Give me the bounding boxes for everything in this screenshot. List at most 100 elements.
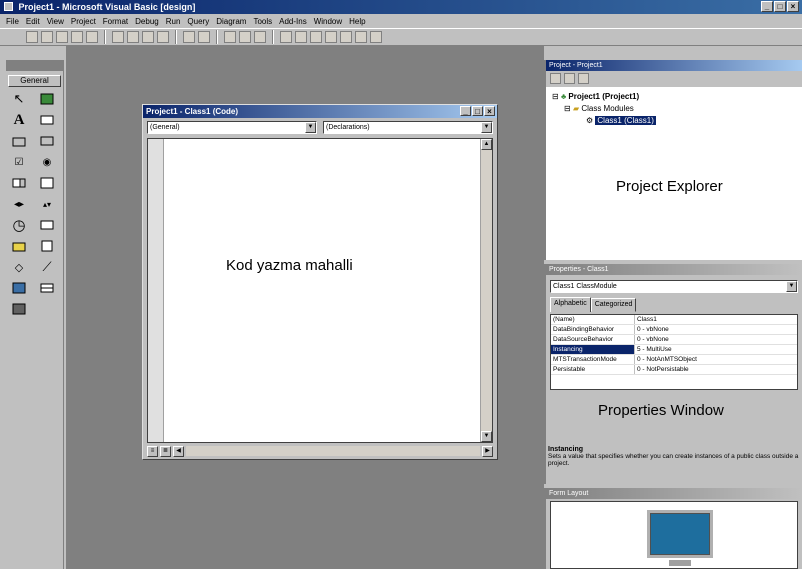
object-browser-icon[interactable] (325, 31, 337, 43)
property-row[interactable]: DataSourceBehavior 0 - vbNone (551, 335, 797, 345)
property-value[interactable]: 0 - vbNone (635, 335, 797, 344)
drivelistbox-icon[interactable] (38, 216, 56, 234)
procedure-view-icon[interactable]: ≡ (147, 445, 158, 457)
menu-debug[interactable]: Debug (135, 17, 159, 26)
commandbutton-icon[interactable] (38, 132, 56, 150)
property-row[interactable]: DataBindingBehavior 0 - vbNone (551, 325, 797, 335)
menu-editor-icon[interactable] (56, 31, 68, 43)
chevron-down-icon[interactable]: ▼ (305, 122, 316, 133)
timer-icon[interactable]: ◷ (10, 216, 28, 234)
scroll-right-icon[interactable]: ▶ (482, 445, 493, 457)
component-manager-icon[interactable] (370, 31, 382, 43)
menu-file[interactable]: File (6, 17, 19, 26)
optionbutton-icon[interactable]: ◉ (38, 153, 56, 171)
chevron-down-icon[interactable]: ▼ (481, 122, 492, 133)
property-value[interactable]: 5 - MultiUse (635, 345, 797, 354)
toolbox-icon[interactable] (340, 31, 352, 43)
checkbox-icon[interactable]: ☑ (10, 153, 28, 171)
menu-help[interactable]: Help (349, 17, 365, 26)
toolbox-tab-general[interactable]: General (8, 75, 61, 87)
toggle-folders-icon[interactable] (578, 73, 589, 84)
maximize-button[interactable]: □ (774, 1, 786, 12)
view-code-icon[interactable] (550, 73, 561, 84)
end-icon[interactable] (254, 31, 266, 43)
open-project-icon[interactable] (71, 31, 83, 43)
find-icon[interactable] (157, 31, 169, 43)
tree-collapse-icon[interactable]: ⊟ (552, 92, 559, 101)
label-icon[interactable]: A (10, 111, 28, 129)
property-row[interactable]: MTSTransactionMode 0 - NotAnMTSObject (551, 355, 797, 365)
line-icon[interactable]: ⟋ (38, 258, 56, 276)
menu-addins[interactable]: Add-Ins (279, 17, 307, 26)
project-explorer-icon[interactable] (280, 31, 292, 43)
property-row[interactable]: (Name) Class1 (551, 315, 797, 325)
combobox-icon[interactable] (10, 174, 28, 192)
monitor-icon[interactable] (647, 510, 713, 558)
filelistbox-icon[interactable] (38, 237, 56, 255)
tree-collapse-icon[interactable]: ⊟ (564, 104, 571, 113)
property-value[interactable]: 0 - NotPersistable (635, 365, 797, 374)
view-object-icon[interactable] (564, 73, 575, 84)
menu-project[interactable]: Project (71, 17, 96, 26)
tree-item-class1[interactable]: ⚙ Class1 (Class1) (552, 115, 796, 127)
listbox-icon[interactable] (38, 174, 56, 192)
add-project-icon[interactable] (26, 31, 38, 43)
code-window-title-bar[interactable]: Project1 - Class1 (Code) _ □ × (143, 105, 497, 118)
image-icon[interactable] (10, 279, 28, 297)
full-module-view-icon[interactable]: ≣ (160, 445, 171, 457)
property-row-selected[interactable]: Instancing 5 - MultiUse (551, 345, 797, 355)
property-row[interactable]: Persistable 0 - NotPersistable (551, 365, 797, 375)
minimize-button[interactable]: _ (761, 1, 773, 12)
menu-run[interactable]: Run (166, 17, 181, 26)
ole-icon[interactable] (10, 300, 28, 318)
close-button[interactable]: × (787, 1, 799, 12)
cut-icon[interactable] (112, 31, 124, 43)
chevron-down-icon[interactable]: ▼ (786, 281, 797, 292)
tree-item-class-modules[interactable]: ⊟ ▰ Class Modules (552, 103, 796, 115)
copy-icon[interactable] (127, 31, 139, 43)
tab-categorized[interactable]: Categorized (590, 298, 637, 312)
menu-query[interactable]: Query (187, 17, 209, 26)
vscrollbar-icon[interactable]: ▴▾ (38, 195, 56, 213)
add-form-icon[interactable] (41, 31, 53, 43)
tab-alphabetic[interactable]: Alphabetic (550, 297, 591, 312)
code-vertical-scrollbar[interactable]: ▲ ▼ (480, 139, 492, 442)
code-maximize-button[interactable]: □ (472, 106, 483, 116)
pointer-icon[interactable]: ↖ (10, 90, 28, 108)
properties-object-combo[interactable]: Class1 ClassModule ▼ (550, 280, 798, 293)
hscrollbar-icon[interactable]: ◂▸ (10, 195, 28, 213)
object-combo[interactable]: (General) ▼ (147, 121, 317, 134)
code-editor[interactable]: ▲ ▼ Kod yazma mahalli (147, 138, 493, 443)
redo-icon[interactable] (198, 31, 210, 43)
menu-format[interactable]: Format (103, 17, 128, 26)
save-project-icon[interactable] (86, 31, 98, 43)
procedure-combo[interactable]: (Declarations) ▼ (323, 121, 493, 134)
frame-icon[interactable] (10, 132, 28, 150)
form-layout-icon[interactable] (310, 31, 322, 43)
menu-edit[interactable]: Edit (26, 17, 40, 26)
undo-icon[interactable] (183, 31, 195, 43)
code-minimize-button[interactable]: _ (460, 106, 471, 116)
tree-item-project[interactable]: ⊟ ♣ Project1 (Project1) (552, 91, 796, 103)
menu-view[interactable]: View (47, 17, 64, 26)
menu-window[interactable]: Window (314, 17, 342, 26)
scroll-down-icon[interactable]: ▼ (481, 431, 492, 442)
picturebox-icon[interactable] (38, 90, 56, 108)
data-view-icon[interactable] (355, 31, 367, 43)
break-icon[interactable] (239, 31, 251, 43)
start-icon[interactable] (224, 31, 236, 43)
property-value[interactable]: 0 - NotAnMTSObject (635, 355, 797, 364)
horizontal-scroll-track[interactable] (186, 446, 480, 456)
textbox-icon[interactable] (38, 111, 56, 129)
scroll-up-icon[interactable]: ▲ (481, 139, 492, 150)
data-icon[interactable] (38, 279, 56, 297)
property-value[interactable]: 0 - vbNone (635, 325, 797, 334)
code-horizontal-scrollbar[interactable]: ≡ ≣ ◀ ▶ (147, 445, 493, 457)
shape-icon[interactable]: ◇ (10, 258, 28, 276)
paste-icon[interactable] (142, 31, 154, 43)
menu-diagram[interactable]: Diagram (216, 17, 246, 26)
property-value[interactable]: Class1 (635, 315, 797, 324)
scroll-left-icon[interactable]: ◀ (173, 445, 184, 457)
properties-window-icon[interactable] (295, 31, 307, 43)
menu-tools[interactable]: Tools (253, 17, 272, 26)
